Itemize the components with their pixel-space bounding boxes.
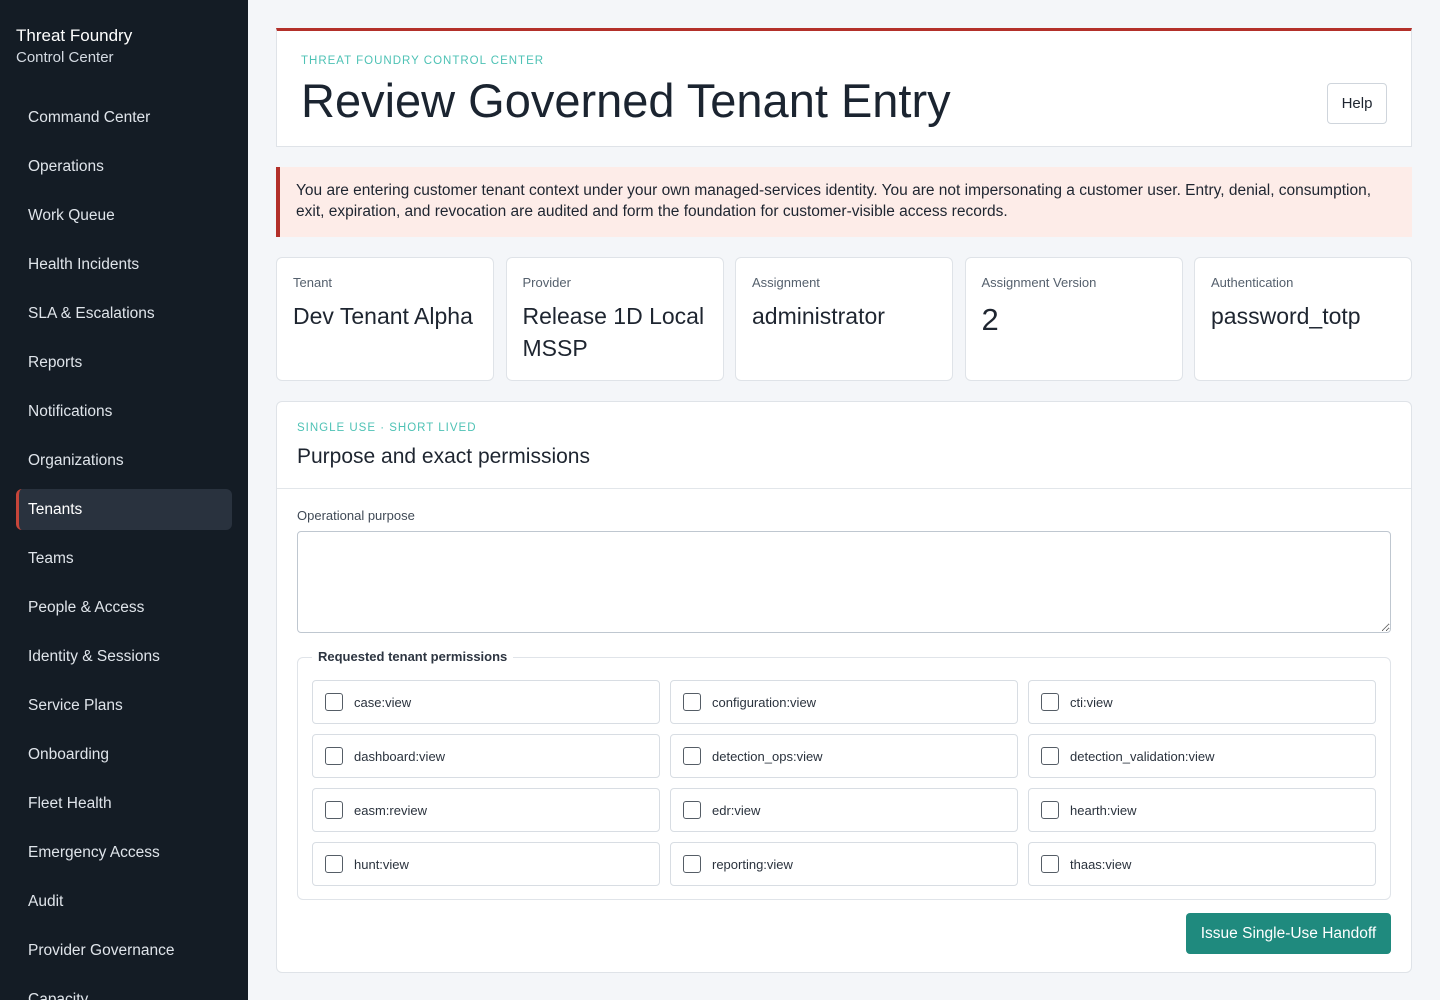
permissions-legend: Requested tenant permissions bbox=[312, 649, 514, 664]
help-button[interactable]: Help bbox=[1327, 83, 1387, 124]
permission-label: dashboard:view bbox=[354, 748, 446, 764]
permission-label: configuration:view bbox=[712, 694, 817, 710]
stat-label: Provider bbox=[522, 275, 571, 290]
checkbox[interactable] bbox=[683, 693, 701, 711]
permission-label: thaas:view bbox=[1070, 856, 1132, 872]
sidebar-item-onboarding[interactable]: Onboarding bbox=[16, 734, 232, 775]
checkbox[interactable] bbox=[325, 693, 343, 711]
sidebar-item-people-access[interactable]: People & Access bbox=[16, 587, 232, 628]
stat-label: Assignment bbox=[752, 275, 820, 290]
checkbox[interactable] bbox=[325, 747, 343, 765]
sidebar-item-reports[interactable]: Reports bbox=[16, 342, 232, 383]
stat-value: 2 bbox=[981, 302, 999, 337]
sidebar-item-command-center[interactable]: Command Center bbox=[16, 97, 232, 138]
stat-label: Tenant bbox=[293, 275, 333, 290]
purpose-textarea[interactable] bbox=[297, 531, 1391, 633]
sidebar-item-identity-sessions[interactable]: Identity & Sessions bbox=[16, 636, 232, 677]
stat-card-authentication: Authentication password_totp bbox=[1194, 257, 1412, 381]
sidebar-item-teams[interactable]: Teams bbox=[16, 538, 232, 579]
audit-notice: You are entering customer tenant context… bbox=[276, 167, 1412, 237]
sidebar-item-fleet-health[interactable]: Fleet Health bbox=[16, 783, 232, 824]
permissions-form: SINGLE USE · SHORT LIVED Purpose and exa… bbox=[276, 401, 1412, 973]
issue-handoff-button[interactable]: Issue Single-Use Handoff bbox=[1186, 913, 1391, 954]
checkbox[interactable] bbox=[1041, 855, 1059, 873]
checkbox[interactable] bbox=[325, 801, 343, 819]
checkbox[interactable] bbox=[683, 855, 701, 873]
purpose-label: Operational purpose bbox=[297, 508, 415, 523]
permission-label: case:view bbox=[354, 694, 412, 710]
sidebar-item-notifications[interactable]: Notifications bbox=[16, 391, 232, 432]
stat-card-provider: Provider Release 1D Local MSSP bbox=[505, 257, 724, 381]
sidebar: Threat Foundry Control Center Command Ce… bbox=[0, 0, 248, 1000]
stat-value: Release 1D Local MSSP bbox=[522, 303, 705, 361]
checkbox[interactable] bbox=[683, 747, 701, 765]
sidebar-nav: Command Center Operations Work Queue Hea… bbox=[0, 97, 248, 1000]
sidebar-item-organizations[interactable]: Organizations bbox=[16, 440, 232, 481]
permission-cti-view[interactable]: cti:view bbox=[1028, 680, 1376, 724]
stat-value: Dev Tenant Alpha bbox=[293, 303, 473, 329]
sidebar-item-health-incidents[interactable]: Health Incidents bbox=[16, 244, 232, 285]
checkbox[interactable] bbox=[1041, 693, 1059, 711]
permission-hunt-view[interactable]: hunt:view bbox=[312, 842, 660, 886]
sidebar-item-service-plans[interactable]: Service Plans bbox=[16, 685, 232, 726]
stat-label: Assignment Version bbox=[981, 275, 1097, 290]
page-title: Review Governed Tenant Entry bbox=[301, 74, 951, 127]
permission-label: reporting:view bbox=[712, 856, 793, 872]
sidebar-item-audit[interactable]: Audit bbox=[16, 881, 232, 922]
checkbox[interactable] bbox=[325, 855, 343, 873]
permissions-fieldset: Requested tenant permissions case:view c… bbox=[297, 649, 1391, 900]
page-header: THREAT FOUNDRY CONTROL CENTER Review Gov… bbox=[276, 28, 1412, 147]
permission-label: hunt:view bbox=[354, 856, 409, 872]
permission-detection-ops-view[interactable]: detection_ops:view bbox=[670, 734, 1018, 778]
checkbox[interactable] bbox=[1041, 801, 1059, 819]
brand-title: Threat Foundry bbox=[16, 26, 133, 45]
brand: Threat Foundry Control Center bbox=[0, 0, 248, 97]
checkbox[interactable] bbox=[683, 801, 701, 819]
sidebar-item-emergency-access[interactable]: Emergency Access bbox=[16, 832, 232, 873]
form-body: Operational purpose Requested tenant per… bbox=[277, 489, 1411, 900]
stat-card-assignment-version: Assignment Version 2 bbox=[964, 257, 1183, 381]
sidebar-item-tenants[interactable]: Tenants bbox=[16, 489, 232, 530]
permission-label: hearth:view bbox=[1070, 802, 1137, 818]
permissions-grid: case:view configuration:view cti:view da… bbox=[312, 680, 1376, 886]
permission-edr-view[interactable]: edr:view bbox=[670, 788, 1018, 832]
permission-label: detection_ops:view bbox=[712, 748, 823, 764]
permission-case-view[interactable]: case:view bbox=[312, 680, 660, 724]
checkbox[interactable] bbox=[1041, 747, 1059, 765]
permission-dashboard-view[interactable]: dashboard:view bbox=[312, 734, 660, 778]
header-eyebrow: THREAT FOUNDRY CONTROL CENTER bbox=[301, 55, 545, 67]
form-header: SINGLE USE · SHORT LIVED Purpose and exa… bbox=[277, 402, 1411, 489]
form-eyebrow: SINGLE USE · SHORT LIVED bbox=[297, 422, 477, 434]
permission-label: detection_validation:view bbox=[1070, 748, 1215, 764]
permission-configuration-view[interactable]: configuration:view bbox=[670, 680, 1018, 724]
permission-hearth-view[interactable]: hearth:view bbox=[1028, 788, 1376, 832]
stat-label: Authentication bbox=[1211, 275, 1294, 290]
permission-label: edr:view bbox=[712, 802, 761, 818]
stat-value: administrator bbox=[752, 303, 885, 329]
permission-reporting-view[interactable]: reporting:view bbox=[670, 842, 1018, 886]
sidebar-item-capacity[interactable]: Capacity bbox=[16, 979, 232, 1000]
permission-label: cti:view bbox=[1070, 694, 1113, 710]
stat-card-assignment: Assignment administrator bbox=[735, 257, 953, 381]
stat-value: password_totp bbox=[1211, 303, 1361, 329]
tenant-summary: Tenant Dev Tenant Alpha Provider Release… bbox=[276, 257, 1412, 381]
permission-detection-validation-view[interactable]: detection_validation:view bbox=[1028, 734, 1376, 778]
permission-thaas-view[interactable]: thaas:view bbox=[1028, 842, 1376, 886]
sidebar-item-work-queue[interactable]: Work Queue bbox=[16, 195, 232, 236]
sidebar-item-operations[interactable]: Operations bbox=[16, 146, 232, 187]
form-title: Purpose and exact permissions bbox=[297, 445, 590, 468]
permission-label: easm:review bbox=[354, 802, 427, 818]
brand-subtitle: Control Center bbox=[16, 49, 114, 66]
sidebar-item-sla-escalations[interactable]: SLA & Escalations bbox=[16, 293, 232, 334]
sidebar-item-provider-governance[interactable]: Provider Governance bbox=[16, 930, 232, 971]
permission-easm-review[interactable]: easm:review bbox=[312, 788, 660, 832]
stat-card-tenant: Tenant Dev Tenant Alpha bbox=[276, 257, 494, 381]
